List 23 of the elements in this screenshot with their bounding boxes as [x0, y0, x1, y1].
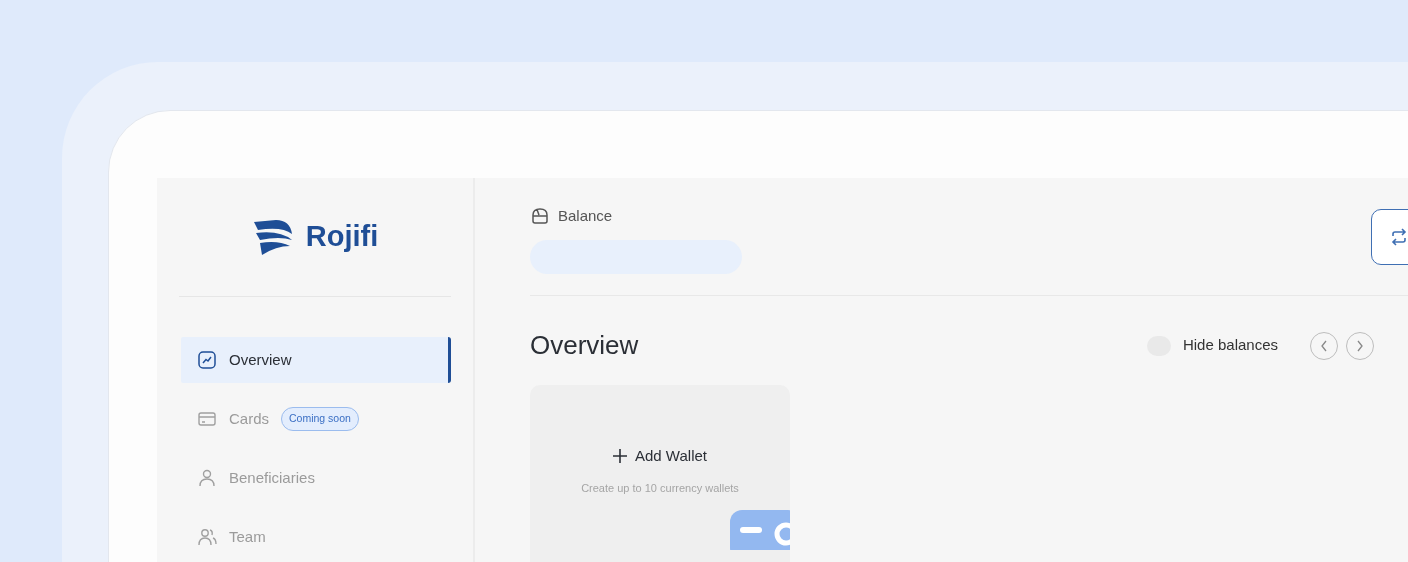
chevron-right-icon	[1356, 339, 1364, 352]
sidebar-item[interactable]: Team	[181, 514, 451, 560]
page-title: Overview	[530, 330, 639, 362]
status-badge: Coming soon	[281, 407, 359, 431]
plus-icon	[613, 449, 627, 464]
sidebar-item[interactable]: Beneficiaries	[181, 455, 451, 501]
user-icon	[197, 468, 217, 488]
add-wallet-card[interactable]: Add Wallet Create up to 10 currency wallets	[530, 385, 790, 562]
wallet-drawing	[730, 510, 790, 551]
chevron-left-icon	[1320, 339, 1328, 352]
wallet-icon	[530, 206, 550, 227]
sidebar-item[interactable]: Cards Coming soon	[181, 396, 451, 442]
chart-icon	[197, 350, 217, 370]
users-icon	[197, 527, 217, 547]
add-wallet-hint: Create up to 10 currency wallets	[581, 480, 739, 496]
sidebar-item[interactable]: Overview	[181, 337, 451, 383]
brand-name: Rojifi	[305, 219, 379, 255]
swap-icon	[1390, 228, 1408, 246]
logo-icon	[251, 218, 294, 256]
card-icon	[197, 409, 217, 429]
toggle-label: Hide balances	[1182, 335, 1278, 356]
balance-label: Balance	[558, 206, 613, 226]
add-wallet-label: Add Wallet	[635, 446, 707, 467]
